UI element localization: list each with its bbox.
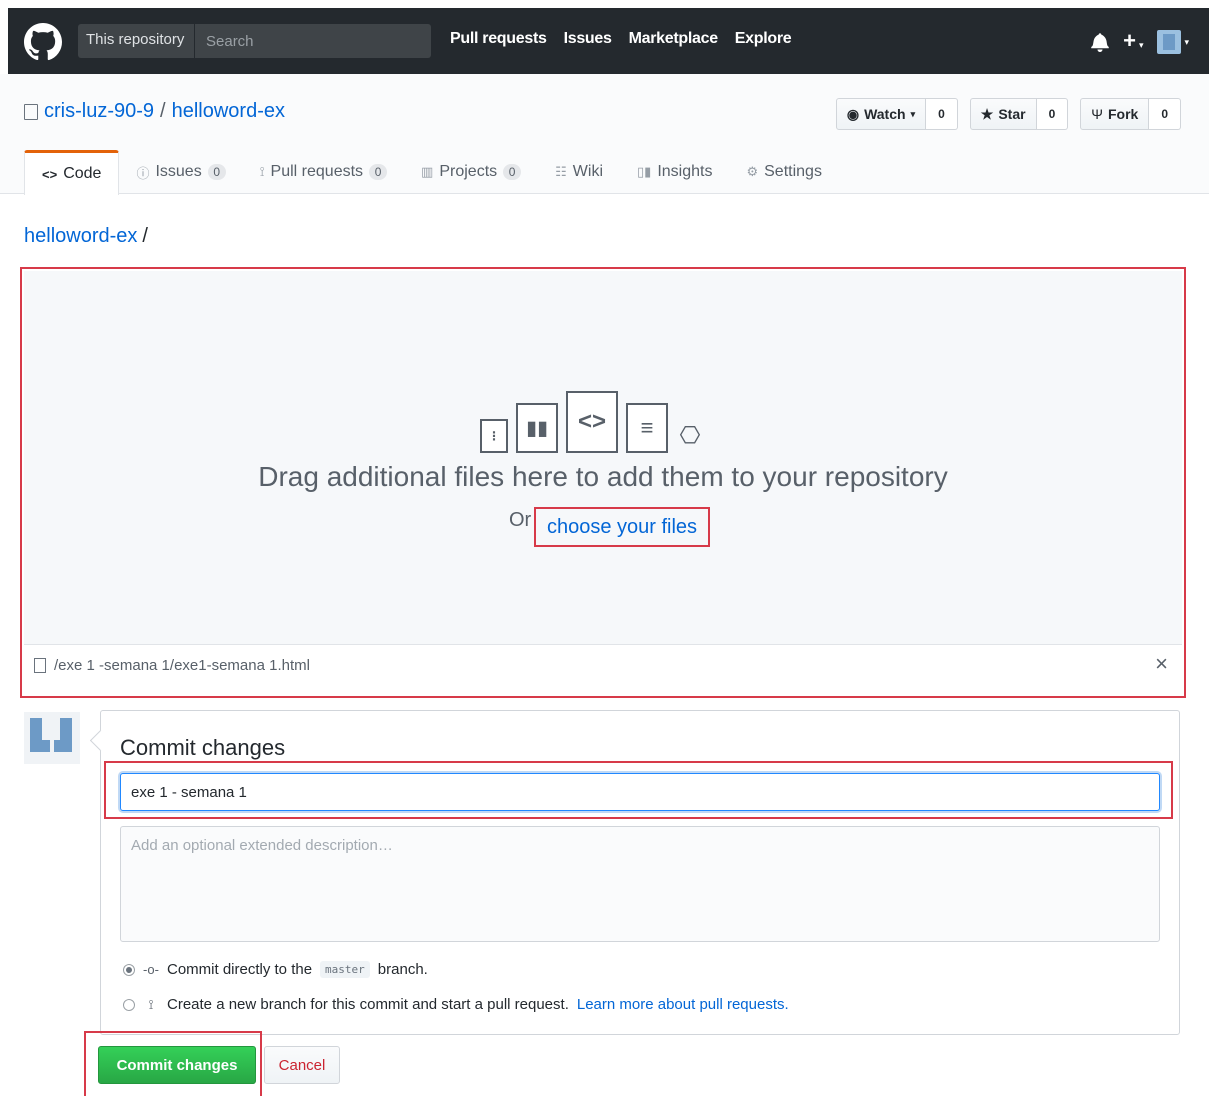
tab-label: Settings — [764, 163, 822, 180]
nav-marketplace[interactable]: Marketplace — [629, 30, 719, 48]
gear-icon: ⚙ — [746, 164, 759, 179]
tab-settings[interactable]: ⚙ Settings — [729, 150, 838, 194]
commit-direct-radio[interactable] — [123, 963, 135, 976]
repo-tabs: <> Code ⓘ Issues 0 ⟟ Pull requests 0 ▥ P… — [24, 150, 839, 195]
search-input[interactable] — [198, 24, 431, 58]
star-group: ★ Star 0 — [969, 98, 1069, 130]
avatar-part — [54, 740, 62, 752]
repo-icon — [24, 103, 38, 120]
issue-icon: ⓘ — [136, 165, 150, 181]
fork-group: Ψ Fork 0 — [1080, 98, 1181, 130]
repo-header: cris-luz-90-9 / helloword-ex ◉ Watch ▾ 0… — [0, 74, 1209, 195]
eye-icon: ◉ — [846, 105, 860, 122]
tab-counter: 0 — [369, 164, 388, 180]
tab-label: Insights — [657, 163, 713, 180]
tab-projects[interactable]: ▥ Projects 0 — [404, 150, 538, 194]
tab-label: Pull requests — [270, 163, 364, 180]
pr-icon: ⟟ — [259, 164, 265, 179]
fork-button[interactable]: Ψ Fork — [1080, 98, 1150, 130]
watch-group: ◉ Watch ▾ 0 — [835, 98, 958, 130]
search-scope[interactable]: This repository — [78, 24, 196, 58]
nav-pull-requests[interactable]: Pull requests — [450, 30, 547, 48]
tab-insights[interactable]: ▯▮ Insights — [620, 150, 729, 194]
commit-summary-input[interactable] — [120, 773, 1160, 811]
fork-label: Fork — [1107, 106, 1139, 122]
repo-name-link[interactable]: helloword-ex — [172, 100, 285, 123]
wiki-icon: ☷ — [555, 164, 567, 179]
tab-label: Code — [63, 165, 102, 182]
commit-form: Commit changes -o- Commit directly to th… — [100, 710, 1180, 1035]
tab-counter: 0 — [207, 164, 226, 180]
cancel-button[interactable]: Cancel — [264, 1046, 340, 1084]
avatar-part — [42, 740, 50, 752]
code-icon: <> — [42, 166, 58, 182]
watch-label: Watch — [864, 106, 906, 122]
repo-actions: ◉ Watch ▾ 0 ★ Star 0 Ψ Fork 0 — [835, 98, 1181, 130]
nav-issues[interactable]: Issues — [564, 30, 612, 48]
nav-explore[interactable]: Explore — [735, 30, 792, 48]
avatar — [24, 712, 80, 764]
tab-label: Projects — [439, 163, 498, 180]
repo-owner-link[interactable]: cris-luz-90-9 — [44, 100, 154, 123]
commit-heading: Commit changes — [120, 735, 286, 760]
avatar — [1157, 30, 1182, 54]
breadcrumb: helloword-ex / — [24, 225, 148, 248]
graph-icon: ▯▮ — [637, 164, 652, 179]
option-text: Create a new branch for this commit and … — [167, 996, 569, 1013]
fork-count[interactable]: 0 — [1149, 98, 1181, 130]
caret-down-icon: ▾ — [910, 108, 916, 119]
caret-down-icon: ▾ — [1138, 40, 1144, 50]
learn-more-link[interactable]: Learn more about pull requests. — [577, 996, 789, 1013]
tab-issues[interactable]: ⓘ Issues 0 — [119, 150, 242, 194]
fork-icon: Ψ — [1091, 106, 1103, 122]
star-button[interactable]: ★ Star — [969, 98, 1037, 130]
header-nav: Pull requests Issues Marketplace Explore — [450, 30, 792, 48]
breadcrumb-repo-link[interactable]: helloword-ex — [24, 225, 137, 247]
pull-request-icon: ⟟ — [148, 996, 154, 1012]
create-new-menu[interactable]: + ▾ — [1123, 28, 1144, 53]
drop-zone-highlight — [20, 267, 1186, 698]
branch-name: master — [320, 961, 370, 978]
bell-icon[interactable] — [1091, 32, 1109, 52]
github-logo-icon[interactable] — [24, 23, 62, 61]
commit-new-branch-option[interactable]: ⟟ Create a new branch for this commit an… — [123, 996, 789, 1013]
star-icon: ★ — [980, 105, 994, 122]
breadcrumb-separator: / — [142, 225, 148, 247]
tab-code[interactable]: <> Code — [24, 150, 120, 195]
watch-count[interactable]: 0 — [926, 98, 958, 130]
star-count[interactable]: 0 — [1036, 98, 1069, 130]
global-header: This repository Pull requests Issues Mar… — [8, 8, 1209, 74]
plus-icon: + — [1123, 28, 1136, 53]
option-text: branch. — [377, 961, 428, 978]
user-menu[interactable]: ▾ — [1157, 30, 1189, 54]
caret-down-icon: ▾ — [1184, 36, 1189, 47]
avatar-part — [30, 718, 42, 752]
tab-counter: 0 — [503, 164, 522, 180]
project-icon: ▥ — [421, 164, 434, 179]
star-label: Star — [998, 106, 1026, 122]
commit-new-branch-radio[interactable] — [123, 998, 135, 1011]
tab-label: Issues — [155, 163, 202, 180]
search-box: This repository — [78, 24, 431, 58]
repo-separator: / — [160, 100, 166, 122]
tab-label: Wiki — [572, 163, 604, 180]
commit-changes-button[interactable]: Commit changes — [98, 1046, 256, 1084]
tab-pull-requests[interactable]: ⟟ Pull requests 0 — [243, 150, 404, 194]
header-actions: + ▾ ▾ — [1091, 30, 1189, 54]
watch-button[interactable]: ◉ Watch ▾ — [835, 98, 927, 130]
git-commit-icon: -o- — [143, 962, 159, 977]
repo-title: cris-luz-90-9 / helloword-ex — [24, 100, 285, 123]
tab-wiki[interactable]: ☷ Wiki — [538, 150, 620, 194]
commit-description-input[interactable] — [120, 826, 1160, 942]
option-text: Commit directly to the — [167, 961, 313, 978]
commit-direct-option[interactable]: -o- Commit directly to the master branch… — [123, 961, 428, 978]
